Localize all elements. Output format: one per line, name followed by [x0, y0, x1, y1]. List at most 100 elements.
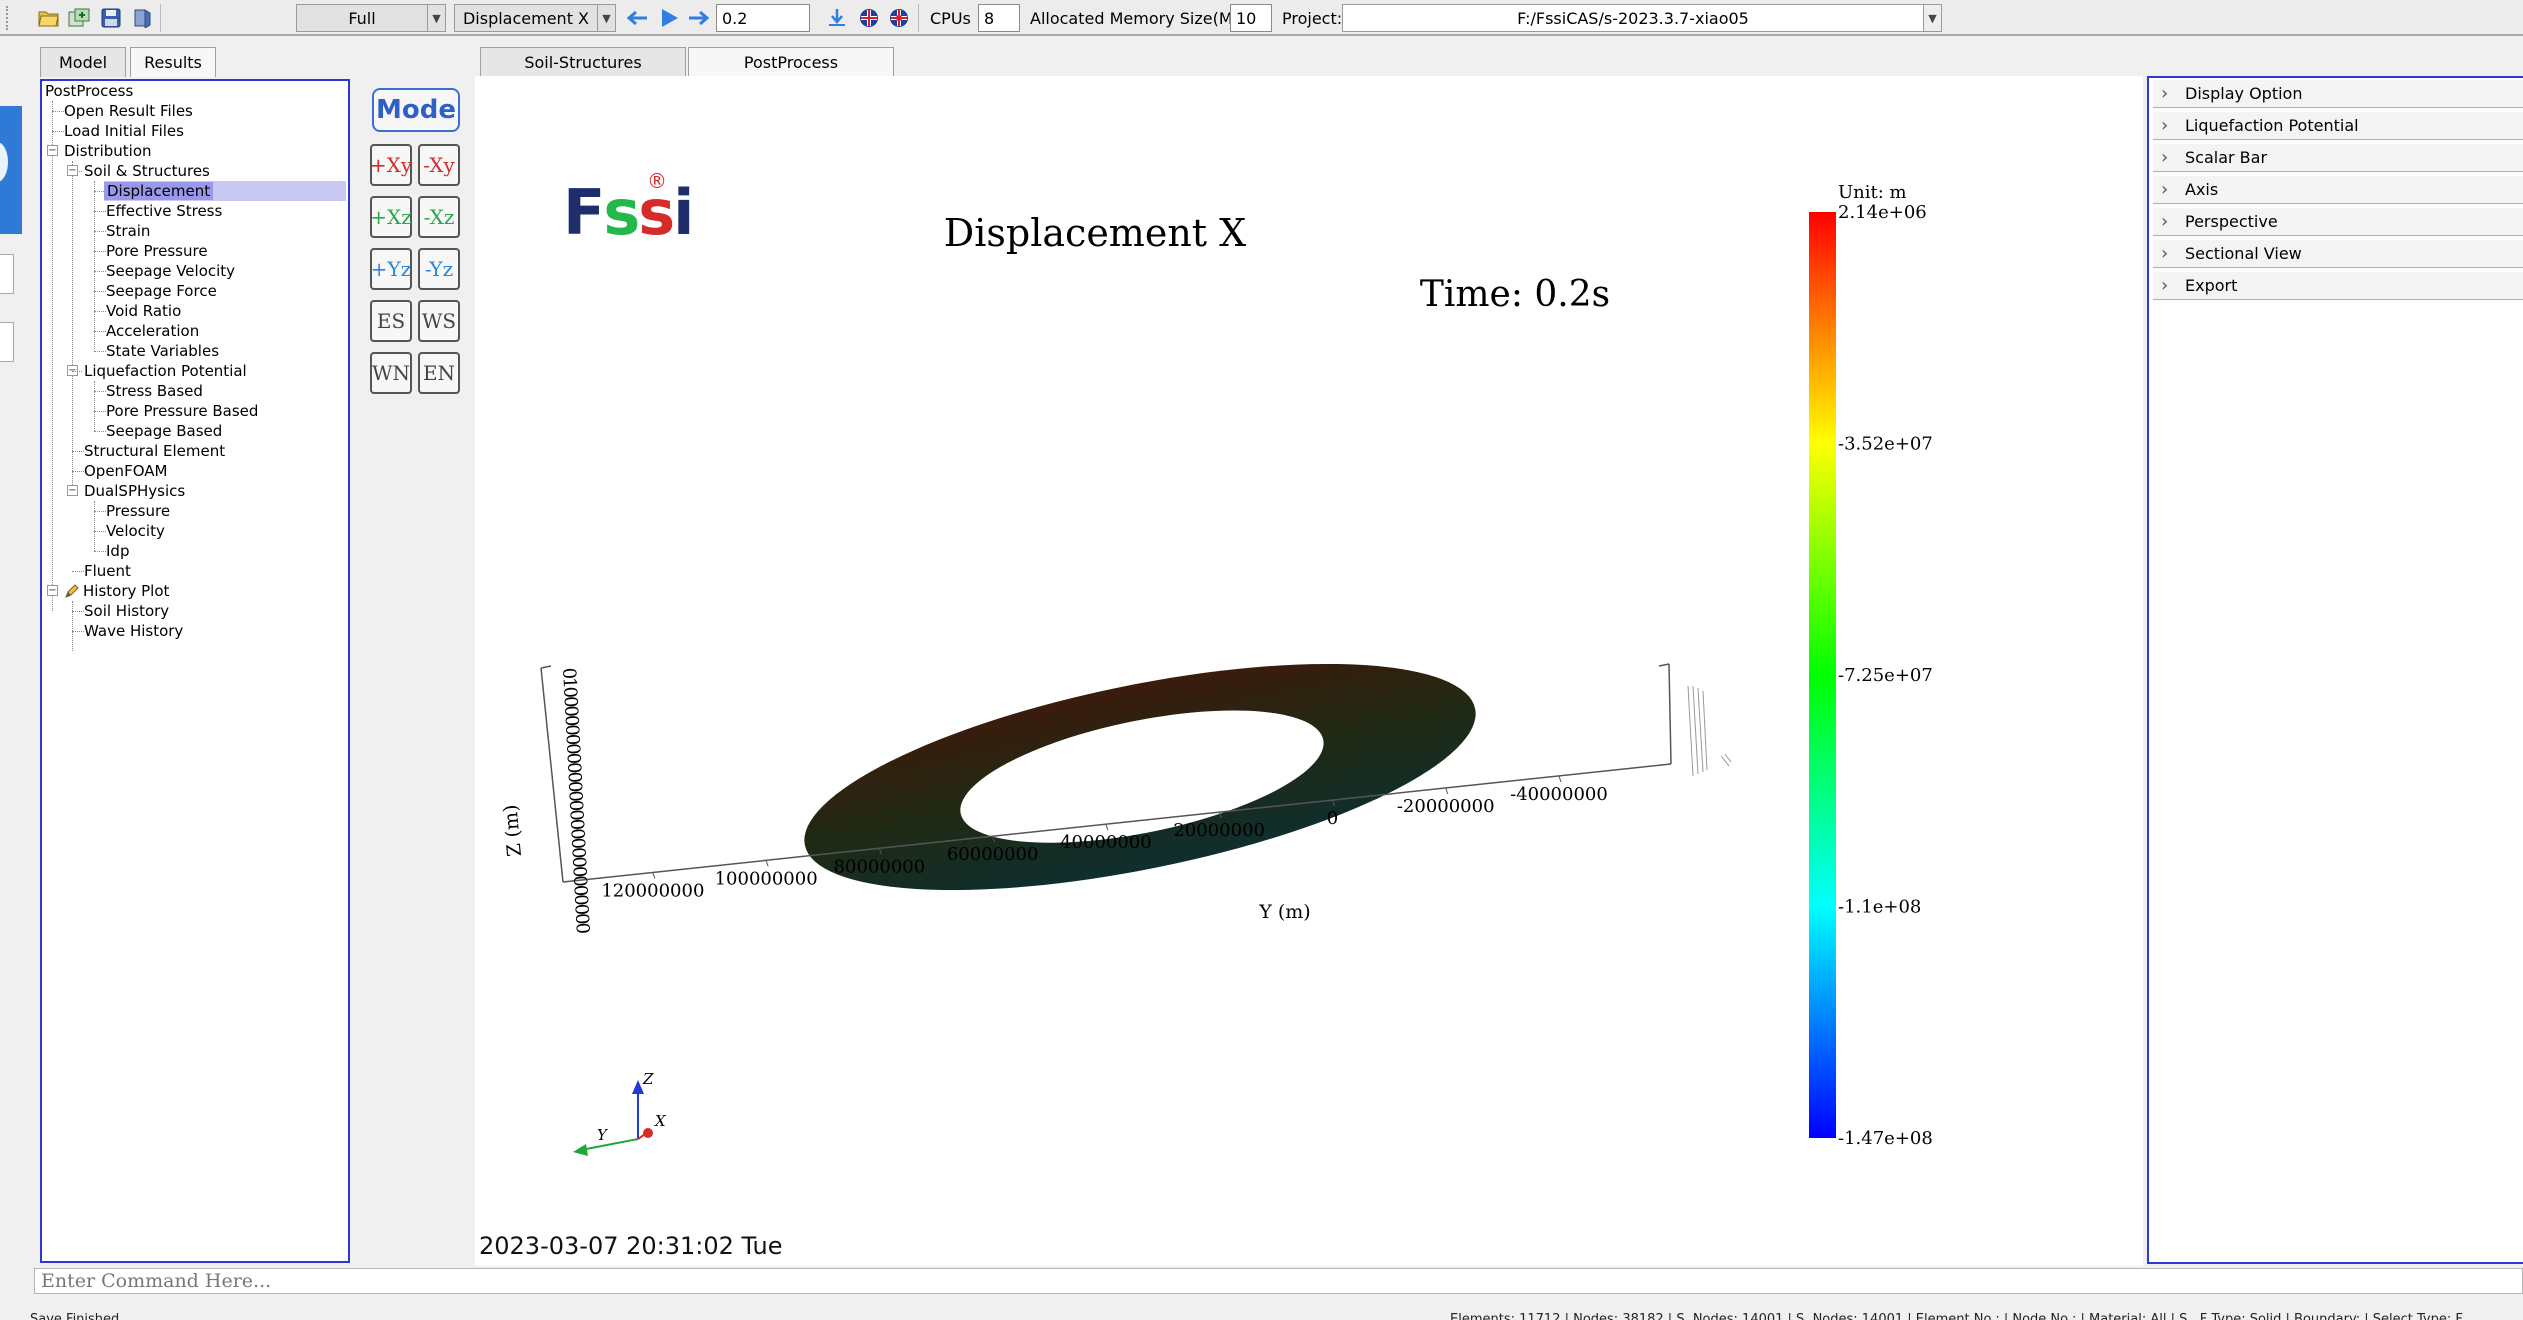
view-en-button[interactable]: EN: [418, 352, 460, 394]
collapse-icon[interactable]: −: [67, 485, 78, 496]
tree-item-strain[interactable]: Strain: [106, 221, 150, 241]
download-icon[interactable]: [824, 6, 850, 30]
chevron-down-icon[interactable]: ▼: [1923, 5, 1941, 31]
tree-item-load-initial-files[interactable]: Load Initial Files: [64, 121, 184, 141]
section-axis[interactable]: › Axis: [2153, 176, 2523, 204]
view-xy-neg-button[interactable]: -Xy: [418, 144, 460, 186]
previous-step-icon[interactable]: [624, 6, 650, 30]
tree-item-effective-stress[interactable]: Effective Stress: [106, 201, 222, 221]
tree-item-history-plot[interactable]: History Plot: [64, 581, 169, 601]
tree-item-liquefaction-potential[interactable]: Liquefaction Potential: [84, 361, 247, 381]
result-select[interactable]: Displacement X ▼: [454, 4, 616, 32]
tree-item-velocity[interactable]: Velocity: [106, 521, 165, 541]
z-axis-tick-labels: 0100000000000000000000000000: [558, 667, 593, 934]
tree-item-open-result-files[interactable]: Open Result Files: [64, 101, 193, 121]
render-datetime: 2023-03-07 20:31:02 Tue: [479, 1232, 783, 1260]
memory-input[interactable]: 10: [1230, 4, 1272, 32]
tree-item-pore-pressure[interactable]: Pore Pressure: [106, 241, 208, 261]
collapse-icon[interactable]: −: [47, 585, 58, 596]
model-geometry[interactable]: [787, 619, 1494, 936]
section-scalar-bar[interactable]: › Scalar Bar: [2153, 144, 2523, 172]
tree-item-seepage-based[interactable]: Seepage Based: [106, 421, 222, 441]
tree-item-displacement[interactable]: Displacement: [104, 181, 346, 201]
section-perspective[interactable]: › Perspective: [2153, 208, 2523, 236]
save-icon[interactable]: [98, 6, 124, 30]
tree-item-pressure[interactable]: Pressure: [106, 501, 170, 521]
open-folder-icon[interactable]: [36, 6, 62, 30]
triad-x-label: X: [654, 1112, 667, 1130]
side-dock-strip: [0, 106, 22, 234]
tab-results[interactable]: Results: [130, 47, 216, 77]
color-scalar-bar[interactable]: Unit: m 2.14e+06 -3.52e+07 -7.25e+07 -1.1e+…: [1809, 182, 1933, 1149]
import-icon[interactable]: [66, 6, 92, 30]
view-es-button[interactable]: ES: [370, 300, 412, 342]
render-viewport[interactable]: Fssi ® Displacement X Time: 0.2s 1200000…: [475, 76, 2143, 1266]
tree-item-idp[interactable]: Idp: [106, 541, 129, 561]
tree-item-structural-element[interactable]: Structural Element: [84, 441, 225, 461]
memory-label: Allocated Memory Size(MB) :: [1030, 8, 1261, 28]
section-liquefaction-potential[interactable]: › Liquefaction Potential: [2153, 112, 2523, 140]
tree-item-distribution[interactable]: Distribution: [64, 141, 152, 161]
tree-item-soil-history[interactable]: Soil History: [84, 601, 169, 621]
tab-model[interactable]: Model: [40, 47, 126, 77]
fssi-logo: Fssi ®: [563, 169, 694, 249]
chevron-down-icon[interactable]: ▼: [597, 5, 615, 31]
tree-item-seepage-velocity[interactable]: Seepage Velocity: [106, 261, 235, 281]
collapse-icon[interactable]: −: [47, 145, 58, 156]
tab-soil-structures[interactable]: Soil-Structures: [480, 47, 686, 77]
chevron-down-icon[interactable]: ▼: [427, 5, 445, 31]
triad-z-label: Z: [642, 1070, 654, 1088]
tree-item-pore-pressure-based[interactable]: Pore Pressure Based: [106, 401, 258, 421]
tree-item-void-ratio[interactable]: Void Ratio: [106, 301, 181, 321]
toolbar: Full ▼ Displacement X ▼ 0.2 CPUs 8 Alloc…: [0, 0, 2523, 36]
tree-item-postprocess[interactable]: PostProcess: [45, 81, 133, 101]
tree-item-openfoam[interactable]: OpenFOAM: [84, 461, 167, 481]
side-dock-field[interactable]: [0, 322, 14, 362]
tree-item-state-variables[interactable]: State Variables: [106, 341, 219, 361]
view-button-label: +Xz: [370, 205, 412, 229]
tree-item-acceleration[interactable]: Acceleration: [106, 321, 199, 341]
tree-item-seepage-force[interactable]: Seepage Force: [106, 281, 217, 301]
section-sectional-view[interactable]: › Sectional View: [2153, 240, 2523, 268]
view-xy-pos-button[interactable]: +Xy: [370, 144, 412, 186]
chevron-right-icon: ›: [2161, 211, 2169, 232]
tab-postprocess[interactable]: PostProcess: [688, 47, 894, 77]
project-select-value: F:/FssiCAS/s-2023.3.7-xiao05: [1517, 8, 1749, 28]
side-dock-icon[interactable]: [0, 142, 8, 182]
tree-item-stress-based[interactable]: Stress Based: [106, 381, 203, 401]
next-step-icon[interactable]: [686, 6, 712, 30]
cn-flag-icon[interactable]: [886, 6, 912, 30]
section-export[interactable]: › Export: [2153, 272, 2523, 300]
cpus-input[interactable]: 8: [978, 4, 1020, 32]
mode-button[interactable]: Mode: [372, 88, 460, 132]
tree-item-wave-history[interactable]: Wave History: [84, 621, 183, 641]
y-tick-label: 100000000: [715, 868, 818, 889]
time-input[interactable]: 0.2: [716, 4, 810, 32]
view-xz-pos-button[interactable]: +Xz: [370, 196, 412, 238]
render-canvas[interactable]: Fssi ® Displacement X Time: 0.2s 1200000…: [475, 76, 2143, 1266]
time-input-value: 0.2: [722, 8, 748, 28]
project-select[interactable]: F:/FssiCAS/s-2023.3.7-xiao05 ▼: [1342, 4, 1942, 32]
bbox-edge: [1658, 663, 1670, 667]
side-dock-field[interactable]: [0, 254, 14, 294]
exit-icon[interactable]: [130, 6, 156, 30]
view-yz-neg-button[interactable]: -Yz: [418, 248, 460, 290]
gb-flag-icon[interactable]: [856, 6, 882, 30]
view-xz-neg-button[interactable]: -Xz: [418, 196, 460, 238]
cpus-label: CPUs: [930, 8, 971, 28]
section-display-option[interactable]: › Display Option: [2153, 80, 2523, 108]
toolbar-separator: [918, 4, 919, 32]
view-wn-button[interactable]: WN: [370, 352, 412, 394]
view-yz-pos-button[interactable]: +Yz: [370, 248, 412, 290]
view-ws-button[interactable]: WS: [418, 300, 460, 342]
colorbar-tick-label: -1.1e+08: [1838, 897, 1921, 918]
chevron-right-icon: ›: [2161, 179, 2169, 200]
memory-input-value: 10: [1236, 8, 1257, 28]
tree-item-dualsphysics[interactable]: DualSPHysics: [84, 481, 185, 501]
collapse-icon[interactable]: −: [67, 165, 78, 176]
play-icon[interactable]: [656, 6, 682, 30]
mode-select[interactable]: Full ▼: [296, 4, 446, 32]
tree-item-fluent[interactable]: Fluent: [84, 561, 131, 581]
command-input[interactable]: Enter Command Here...: [34, 1268, 2523, 1294]
tree-item-soil-structures[interactable]: Soil & Structures: [84, 161, 210, 181]
